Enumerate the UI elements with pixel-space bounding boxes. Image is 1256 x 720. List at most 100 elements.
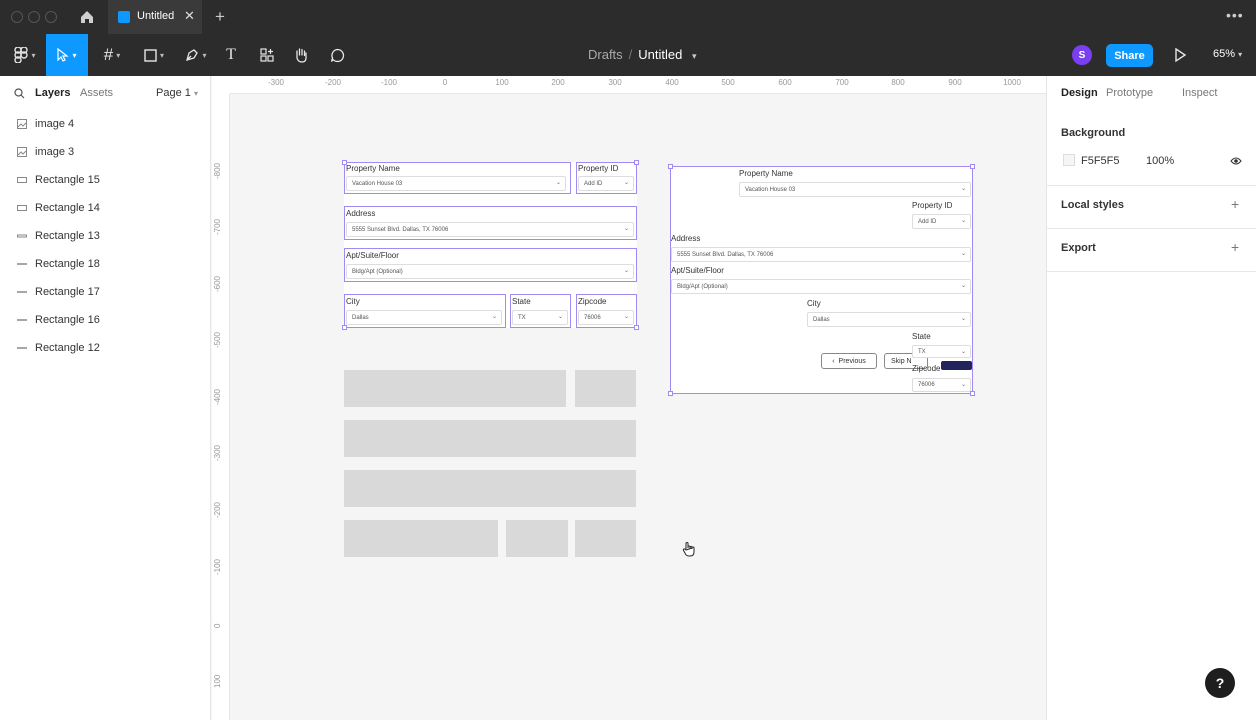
placeholder-rectangle[interactable] [344,370,566,407]
present-play-icon[interactable] [1172,46,1188,64]
add-export-icon[interactable]: + [1231,239,1239,255]
previous-button[interactable]: ‹ Previous [821,353,877,369]
resize-handle[interactable] [634,325,639,330]
placeholder-rectangle[interactable] [575,370,636,407]
add-style-icon[interactable]: + [1231,196,1239,212]
file-tab[interactable]: Untitled ✕ [108,0,202,34]
page-name: Page 1 [156,87,191,99]
property-name-value: Vacation House 03 [352,181,403,187]
main-menu-button[interactable]: ▾ [8,34,42,76]
chevron-down-icon: ⌄ [960,186,966,192]
window-zoom-dot[interactable] [45,11,57,23]
resize-handle[interactable] [634,160,639,165]
page-selector[interactable]: Page 1 ▾ [156,87,198,99]
tab-layers[interactable]: Layers [35,87,70,99]
text-tool-button[interactable]: T [220,34,242,76]
close-tab-icon[interactable]: ✕ [184,8,195,24]
move-tool-button[interactable]: ▾ [46,34,88,76]
frame-icon: # [103,45,114,64]
frame-tool-button[interactable]: # ▾ [96,34,128,76]
resize-handle[interactable] [342,325,347,330]
zoom-dropdown[interactable]: 65% ▾ [1213,48,1242,60]
tab-design[interactable]: Design [1061,87,1098,99]
address-field[interactable]: 5555 Sunset Blvd. Dallas, TX 76006 ⌄ [671,247,971,262]
apt-field[interactable]: Bldg/Apt (Optional) ⌄ [671,279,971,294]
layer-item[interactable]: Rectangle 16 [0,306,210,334]
help-button[interactable]: ? [1205,668,1235,698]
layer-item[interactable]: Rectangle 17 [0,278,210,306]
tab-assets[interactable]: Assets [80,87,113,99]
resources-tool-button[interactable] [256,34,278,76]
pen-tool-button[interactable]: ▾ [180,34,212,76]
save-button[interactable] [941,361,972,370]
breadcrumb: Drafts / Untitled ▾ [588,47,697,62]
background-color-swatch[interactable] [1063,154,1075,166]
property-name-field[interactable]: Vacation House 03 ⌄ [346,176,566,191]
placeholder-rectangle[interactable] [344,470,636,507]
breadcrumb-drafts-link[interactable]: Drafts [588,47,623,62]
background-opacity-input[interactable]: 100% [1146,155,1174,167]
address-field[interactable]: 5555 Sunset Blvd. Dallas, TX 76006 ⌄ [346,222,634,237]
state-field[interactable]: TX ⌄ [512,310,568,325]
layer-item[interactable]: image 4 [0,110,210,138]
comment-tool-button[interactable] [326,34,348,76]
ruler-tick-label: -200 [213,501,222,518]
tab-prototype[interactable]: Prototype [1106,87,1153,99]
line-icon [17,234,27,238]
components-icon [260,48,274,62]
zip-field[interactable]: 76006 ⌄ [578,310,634,325]
chevron-down-icon: ⌄ [960,316,966,322]
form-image-frame[interactable]: Property Name Vacation House 03 ⌄ Proper… [668,164,975,396]
layer-item[interactable]: Rectangle 13 [0,222,210,250]
eye-icon[interactable] [1230,156,1242,166]
resize-handle[interactable] [970,164,975,169]
resize-handle[interactable] [970,391,975,396]
local-styles-title: Local styles [1061,199,1124,211]
tab-inspect[interactable]: Inspect [1182,87,1217,99]
file-name[interactable]: Untitled [638,47,682,62]
canvas[interactable]: -300 -200 -100 0 100 200 300 400 500 600… [212,76,1046,720]
ruler-tick-label: -500 [213,331,222,348]
ruler-tick-label: -300 [267,78,285,87]
shape-tool-button[interactable]: ▾ [138,34,170,76]
search-icon[interactable] [14,88,25,99]
text-icon: T [226,46,236,63]
placeholder-rectangle[interactable] [506,520,568,557]
property-id-field[interactable]: Add ID ⌄ [912,214,971,229]
resize-handle[interactable] [342,160,347,165]
property-name-field[interactable]: Vacation House 03 ⌄ [739,182,971,197]
figma-file-icon [118,11,130,23]
share-button[interactable]: Share [1106,44,1153,67]
property-id-value: Add ID [918,219,937,225]
layer-item[interactable]: Rectangle 18 [0,250,210,278]
window-minimize-dot[interactable] [28,11,40,23]
avatar[interactable]: S [1072,45,1092,65]
hand-tool-button[interactable] [290,34,312,76]
ruler-tick-label: -200 [324,78,342,87]
background-hex-input[interactable]: F5F5F5 [1081,155,1120,167]
property-form-frame[interactable]: Property Name Vacation House 03 ⌄ Proper… [342,160,639,330]
property-id-field[interactable]: Add ID ⌄ [578,176,634,191]
layer-item[interactable]: Rectangle 14 [0,194,210,222]
zip-field[interactable]: 76006 ⌄ [912,378,971,392]
placeholder-rectangle[interactable] [575,520,636,557]
state-field[interactable]: TX ⌄ [912,345,971,358]
resize-handle[interactable] [668,391,673,396]
city-field[interactable]: Dallas ⌄ [807,312,971,327]
chevron-down-icon[interactable]: ▾ [692,51,697,61]
placeholder-rectangle[interactable] [344,520,498,557]
property-id-value: Add ID [584,181,603,187]
layer-item[interactable]: Rectangle 15 [0,166,210,194]
home-icon[interactable] [79,9,95,25]
layer-item[interactable]: image 3 [0,138,210,166]
apt-field[interactable]: Bldg/Apt (Optional) ⌄ [346,264,634,279]
city-field[interactable]: Dallas ⌄ [346,310,502,325]
layer-item[interactable]: Rectangle 12 [0,334,210,362]
chevron-down-icon: ▾ [1238,50,1243,59]
window-close-dot[interactable] [11,11,23,23]
resize-handle[interactable] [668,164,673,169]
new-tab-button[interactable]: + [215,7,225,27]
image-icon [17,147,27,157]
placeholder-rectangle[interactable] [344,420,636,457]
more-menu-icon[interactable]: ••• [1226,7,1244,23]
